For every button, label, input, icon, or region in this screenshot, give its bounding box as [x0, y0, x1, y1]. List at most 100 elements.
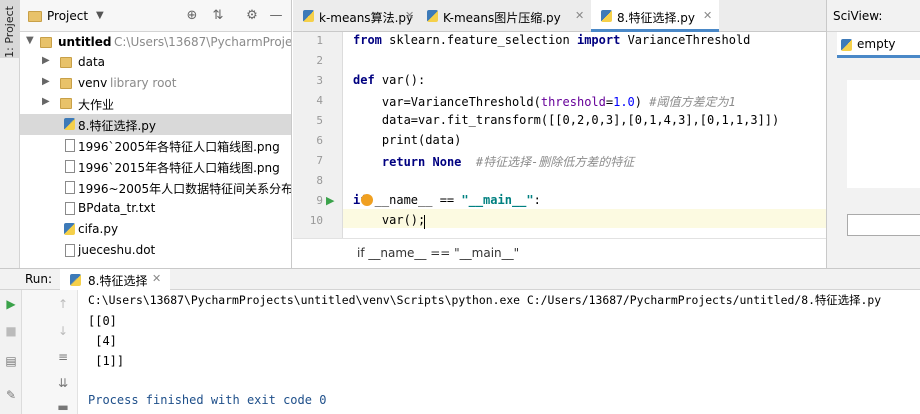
line-number: 8 — [316, 174, 323, 187]
console-line: [[0] — [88, 314, 117, 328]
code-line-5: data=var.fit_transform([[0,2,0,3],[0,1,4… — [353, 113, 780, 127]
python-icon — [70, 274, 81, 286]
print-icon[interactable]: ▬ — [54, 398, 72, 414]
tab-feature-selection[interactable]: 8.特征选择.py ✕ — [591, 0, 719, 32]
breadcrumb[interactable]: if __name__ == "__main__" — [293, 238, 826, 268]
editor-tab-bar: k-means算法.py ✕ K-means图片压缩.py ✕ 8.特征选择.p… — [293, 0, 826, 32]
dot-file-icon — [65, 244, 75, 257]
tree-item-homework[interactable]: ▶ 大作业 — [20, 93, 291, 114]
project-folder-icon — [28, 11, 42, 22]
arrow-up-icon[interactable]: ↑ — [54, 295, 72, 313]
tree-item-label: 1996~2005年人口数据特征间关系分布图 — [78, 182, 292, 196]
stop-icon[interactable]: ■ — [2, 322, 20, 340]
tree-item-boxplot-2015[interactable]: 1996`2015年各特征人口箱线图.png — [20, 156, 291, 177]
tree-item-boxplot-2005[interactable]: 1996`2005年各特征人口箱线图.png — [20, 135, 291, 156]
tree-item-annotation: library root — [110, 76, 177, 90]
code-line-4: var=VarianceThreshold(threshold=1.0) #阈值… — [353, 95, 736, 109]
line-number: 10 — [309, 214, 323, 227]
code-line-6: print(data) — [353, 133, 462, 147]
tree-item-label: 1996`2005年各特征人口箱线图.png — [78, 140, 280, 154]
tab-kmeans-image-compression[interactable]: K-means图片压缩.py ✕ — [417, 0, 589, 32]
project-panel: Project ▼ ⊕ ⇅ ⚙ — ▼ untitled C:\Users\13… — [20, 0, 292, 268]
tree-item-data[interactable]: ▶ data — [20, 52, 291, 73]
code-line-10: var(); — [353, 213, 426, 227]
close-icon[interactable]: ✕ — [152, 272, 161, 285]
sciview-content — [847, 80, 920, 188]
breadcrumb-item[interactable]: if __name__ == "__main__" — [357, 246, 519, 260]
tree-item-jueceshu[interactable]: jueceshu.dot — [20, 240, 291, 261]
line-number: 3 — [316, 74, 323, 87]
python-file-icon — [601, 10, 612, 22]
close-icon[interactable]: ✕ — [405, 9, 414, 22]
tree-item-label: 大作业 — [78, 98, 115, 112]
run-panel-header: Run: 8.特征选择 ✕ — [0, 268, 920, 291]
tree-item-label: jueceshu.dot — [78, 243, 156, 257]
console-line: C:\Users\13687\PycharmProjects\untitled\… — [88, 293, 882, 307]
run-secondary-toolbar: ↑ ↓ ≡ ⇊ ▬ — [22, 290, 78, 414]
tree-item-label: 1996`2015年各特征人口箱线图.png — [78, 161, 280, 175]
tab-kmeans-algorithm[interactable]: k-means算法.py ✕ — [293, 0, 417, 32]
tree-item-bpdata[interactable]: BPdata_tr.txt — [20, 198, 291, 219]
run-tab-label: 8.特征选择 — [88, 274, 148, 288]
run-toolbar: ▶ ■ ▤ ✎ — [0, 290, 22, 414]
editor-gutter[interactable]: 1 2 3 4 5 6 7 8 9 10 ▶ — [293, 32, 343, 238]
soft-wrap-icon[interactable]: ≡ — [54, 348, 72, 366]
chevron-right-icon[interactable]: ▶ — [42, 55, 50, 66]
image-file-icon — [65, 139, 75, 152]
folder-icon — [60, 57, 72, 68]
rerun-icon[interactable]: ▶ — [2, 295, 20, 313]
tree-item-label: venv — [78, 76, 108, 90]
run-gutter-icon[interactable]: ▶ — [326, 194, 334, 207]
close-icon[interactable]: ✕ — [575, 9, 584, 22]
close-icon[interactable]: ✕ — [703, 9, 712, 22]
chevron-right-icon[interactable]: ▶ — [42, 76, 50, 87]
chevron-right-icon[interactable]: ▶ — [42, 96, 50, 107]
gear-icon[interactable]: ⚙ — [244, 8, 260, 24]
chevron-down-icon[interactable]: ▼ — [26, 35, 34, 46]
layout-icon[interactable]: ▤ — [2, 352, 20, 370]
hide-panel-icon[interactable]: — — [268, 8, 284, 24]
sciview-header: SciView: — [827, 0, 920, 32]
tree-item-cifa[interactable]: cifa.py — [20, 219, 291, 240]
tree-item-feature-selection-py[interactable]: 8.特征选择.py — [20, 114, 291, 135]
sciview-input[interactable] — [847, 214, 920, 236]
line-number: 4 — [316, 94, 323, 107]
scroll-to-end-icon[interactable]: ⇊ — [54, 374, 72, 392]
python-icon — [841, 39, 852, 51]
locate-icon[interactable]: ⊕ — [184, 8, 200, 24]
pin-icon[interactable]: ✎ — [2, 386, 20, 404]
tab-label: k-means算法.py — [319, 11, 414, 25]
python-file-icon — [64, 118, 75, 130]
line-number: 9 — [316, 194, 323, 207]
arrow-down-icon[interactable]: ↓ — [54, 322, 72, 340]
python-file-icon — [64, 223, 75, 235]
sciview-panel: SciView: empty — [826, 0, 920, 268]
project-tool-window-tab[interactable]: 1: Project — [0, 0, 20, 58]
line-number: 7 — [316, 154, 323, 167]
run-console[interactable]: C:\Users\13687\PycharmProjects\untitled\… — [78, 290, 920, 414]
project-tool-window-label: 1: Project — [3, 6, 16, 58]
tree-item-relation-plot[interactable]: 1996~2005年人口数据特征间关系分布图 — [20, 177, 292, 198]
tab-label: K-means图片压缩.py — [443, 11, 561, 25]
folder-icon — [40, 37, 52, 48]
code-editor[interactable]: from sklearn.feature_selection import Va… — [343, 32, 826, 238]
collapse-all-icon[interactable]: ⇅ — [210, 8, 226, 24]
python-file-icon — [427, 10, 438, 22]
run-panel-label: Run: — [25, 272, 53, 286]
project-panel-header: Project ▼ ⊕ ⇅ ⚙ — — [20, 0, 291, 32]
project-view-selector[interactable]: Project — [47, 9, 88, 23]
tree-item-label: BPdata_tr.txt — [78, 201, 156, 215]
text-caret — [424, 215, 425, 229]
tree-item-label: cifa.py — [78, 222, 119, 236]
intention-bulb-icon[interactable] — [361, 194, 373, 206]
tree-item-untitled[interactable]: ▼ untitled C:\Users\13687\PycharmProjec — [20, 32, 291, 53]
chevron-down-icon[interactable]: ▼ — [96, 10, 104, 21]
sciview-tab-label: empty — [857, 37, 896, 51]
folder-icon — [60, 98, 72, 109]
image-file-icon — [65, 160, 75, 173]
tree-item-venv[interactable]: ▶ venv library root — [20, 73, 291, 94]
tab-label: 8.特征选择.py — [617, 11, 695, 25]
python-file-icon — [303, 10, 314, 22]
sciview-tab-empty[interactable]: empty — [837, 32, 920, 58]
run-tab-feature-selection[interactable]: 8.特征选择 ✕ — [60, 269, 170, 291]
